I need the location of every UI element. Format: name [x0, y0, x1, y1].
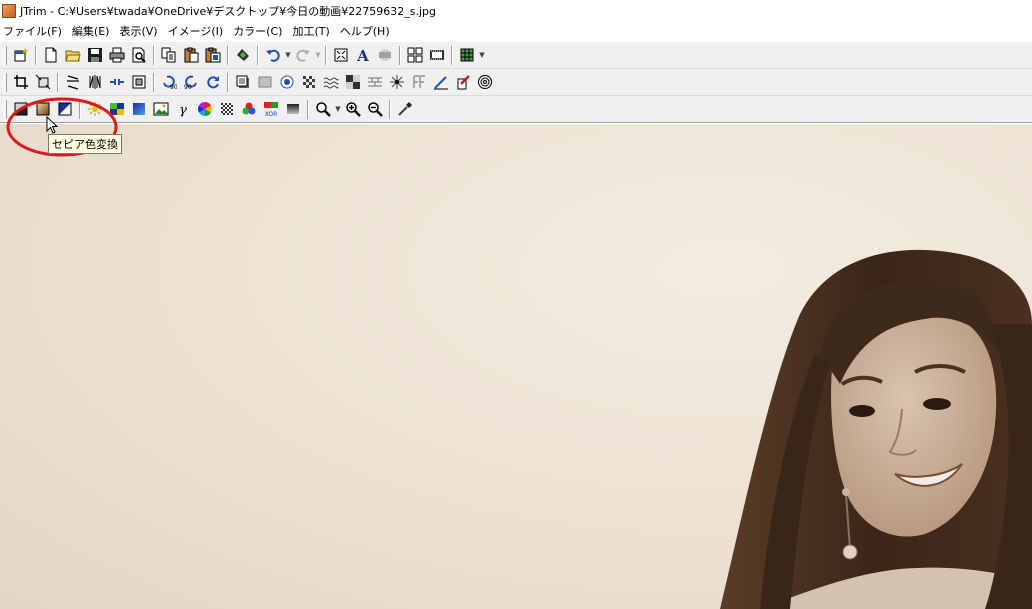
save-button[interactable]: [84, 44, 106, 66]
sepia-photo: [720, 249, 1032, 609]
image-canvas[interactable]: [0, 124, 1032, 609]
frame-button[interactable]: [254, 71, 276, 93]
open-folder-button[interactable]: [62, 44, 84, 66]
svg-text:γ: γ: [179, 103, 187, 117]
toolbar-grip[interactable]: [4, 72, 7, 92]
toolbar-separator: [451, 45, 453, 65]
toolbar-separator: [57, 72, 59, 92]
svg-text:90: 90: [184, 84, 192, 90]
menu-image[interactable]: イメージ(I): [165, 23, 231, 41]
toolbar-grip[interactable]: [4, 45, 7, 65]
print-button[interactable]: [106, 44, 128, 66]
capture-button[interactable]: [232, 44, 254, 66]
menu-view[interactable]: 表示(V): [116, 23, 164, 41]
paste-button[interactable]: [180, 44, 202, 66]
toolbar-separator: [389, 99, 391, 119]
flip-vertical-button[interactable]: [62, 71, 84, 93]
line-draw-button[interactable]: [430, 71, 452, 93]
spray-button[interactable]: [386, 71, 408, 93]
toolbar-separator: [307, 99, 309, 119]
mirror-button[interactable]: [106, 71, 128, 93]
mosaic-button[interactable]: [298, 71, 320, 93]
wave-button[interactable]: [320, 71, 342, 93]
main-toolbar: ▼ ▼ A ▼: [0, 42, 1032, 69]
toolbar-separator: [325, 45, 327, 65]
margin-button[interactable]: [128, 71, 150, 93]
toolbar-separator: [153, 45, 155, 65]
rgb-channel-button[interactable]: [238, 98, 260, 120]
undo-dropdown-icon[interactable]: ▼: [284, 44, 292, 66]
swirl-button[interactable]: [474, 71, 496, 93]
menu-edit[interactable]: 編集(E): [69, 23, 117, 41]
thumbnail-view-button[interactable]: [404, 44, 426, 66]
crop-button[interactable]: [10, 71, 32, 93]
menu-bar: ファイル(F) 編集(E) 表示(V) イメージ(I) カラー(C) 加工(T)…: [0, 22, 1032, 43]
window-title: JTrim - C:¥Users¥twada¥OneDrive¥デスクトップ¥今…: [20, 5, 437, 18]
brush-button[interactable]: [452, 71, 474, 93]
zoom-dropdown-icon[interactable]: ▼: [334, 98, 342, 120]
toolbar-separator: [257, 45, 259, 65]
svg-text:90: 90: [170, 84, 177, 90]
menu-color[interactable]: カラー(C): [230, 23, 289, 41]
image-adjust-button[interactable]: [150, 98, 172, 120]
stripe-button[interactable]: [374, 44, 396, 66]
print-preview-button[interactable]: [128, 44, 150, 66]
svg-text:XOR: XOR: [265, 111, 278, 117]
toolbar-separator: [227, 45, 229, 65]
toolbar-separator: [399, 45, 401, 65]
flip-horizontal-button[interactable]: [84, 71, 106, 93]
toolbar-separator: [227, 72, 229, 92]
toolbar-separator: [35, 45, 37, 65]
color-balance-button[interactable]: [128, 98, 150, 120]
sharpen-button[interactable]: [276, 71, 298, 93]
svg-text:A: A: [356, 47, 369, 63]
toolbar-separator: [153, 72, 155, 92]
menu-help[interactable]: ヘルプ(H): [337, 23, 397, 41]
color-toolbar: γ XOR ▼: [0, 96, 1032, 123]
shadow-button[interactable]: [232, 71, 254, 93]
zoom-button[interactable]: [312, 98, 334, 120]
film-strip-button[interactable]: [426, 44, 448, 66]
resize-button[interactable]: [32, 71, 54, 93]
undo-button[interactable]: [262, 44, 284, 66]
grid-button[interactable]: [456, 44, 478, 66]
new-window-button[interactable]: [10, 44, 32, 66]
menu-process[interactable]: 加工(T): [289, 23, 336, 41]
eyedropper-button[interactable]: [394, 98, 416, 120]
dither-button[interactable]: [216, 98, 238, 120]
text-tool-button[interactable]: A: [352, 44, 374, 66]
rotate-90-left-button[interactable]: 90: [158, 71, 180, 93]
zoom-out-button[interactable]: [364, 98, 386, 120]
title-bar: JTrim - C:¥Users¥twada¥OneDrive¥デスクトップ¥今…: [0, 0, 1032, 22]
redo-dropdown-icon[interactable]: ▼: [314, 44, 322, 66]
tile-button[interactable]: [342, 71, 364, 93]
xor-button[interactable]: XOR: [260, 98, 282, 120]
transform-toolbar: 90 90: [0, 69, 1032, 96]
rotate-90-right-button[interactable]: 90: [180, 71, 202, 93]
tooltip-sepia: セピア色変換: [48, 134, 122, 154]
gradation-button[interactable]: [282, 98, 304, 120]
rotate-free-button[interactable]: [202, 71, 224, 93]
gamma-button[interactable]: γ: [172, 98, 194, 120]
brick-button[interactable]: [364, 71, 386, 93]
fit-window-button[interactable]: [330, 44, 352, 66]
menu-file[interactable]: ファイル(F): [0, 23, 69, 41]
zoom-in-button[interactable]: [342, 98, 364, 120]
new-file-button[interactable]: [40, 44, 62, 66]
emboss-button[interactable]: [408, 71, 430, 93]
grid-dropdown-icon[interactable]: ▼: [478, 44, 486, 66]
mouse-cursor-icon: [46, 116, 58, 134]
jtrim-app-icon: [2, 4, 16, 18]
copy-button[interactable]: [158, 44, 180, 66]
redo-button[interactable]: [292, 44, 314, 66]
hue-button[interactable]: [194, 98, 216, 120]
paste-new-button[interactable]: [202, 44, 224, 66]
